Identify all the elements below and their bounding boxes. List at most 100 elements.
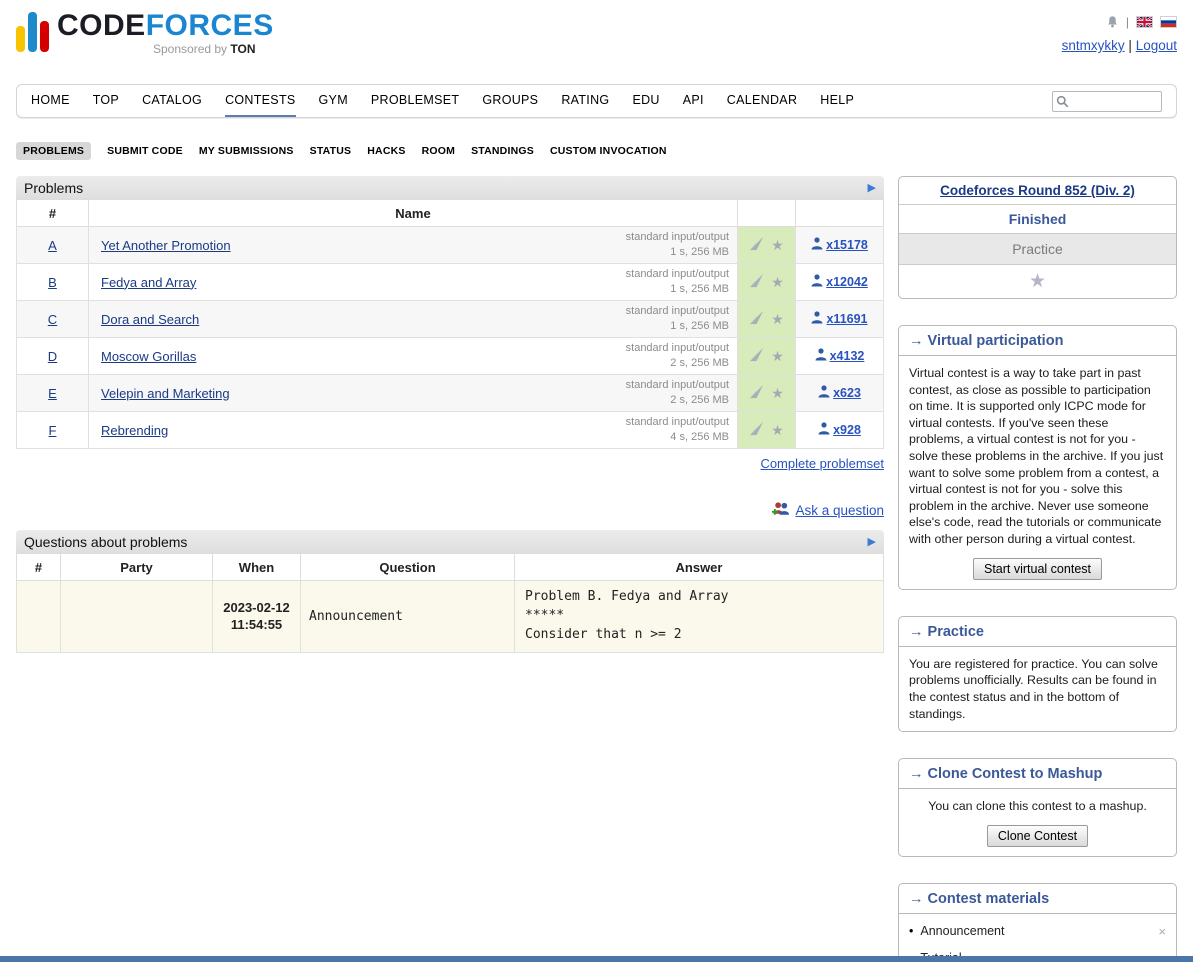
tab-standings[interactable]: STANDINGS — [471, 145, 534, 157]
solved-count-link[interactable]: x12042 — [826, 275, 868, 289]
problem-io-info: standard input/output4 s, 256 MB — [626, 415, 729, 445]
question-text-cell: Announcement — [301, 581, 515, 653]
username-link[interactable]: sntmxykky — [1062, 38, 1125, 53]
nav-gym[interactable]: GYM — [319, 85, 348, 117]
close-icon[interactable]: × — [1158, 924, 1166, 939]
tab-status[interactable]: STATUS — [310, 145, 352, 157]
problem-name-link[interactable]: Moscow Gorillas — [101, 349, 196, 364]
material-item: • Announcement × — [899, 918, 1176, 945]
problem-name-link[interactable]: Velepin and Marketing — [101, 386, 230, 401]
solved-count-link[interactable]: x623 — [833, 386, 861, 400]
favorite-star-icon[interactable]: ★ — [771, 385, 784, 402]
header-right: | sntmxykky | Logout — [1062, 10, 1177, 53]
section-expand-icon[interactable]: ▶ — [868, 181, 876, 194]
nav-api[interactable]: API — [683, 85, 704, 117]
favorite-star-icon[interactable]: ★ — [771, 311, 784, 328]
clone-mashup-box: → Clone Contest to Mashup You can clone … — [898, 758, 1177, 857]
submit-plane-icon[interactable] — [749, 273, 764, 291]
problems-table: # Name A Yet Another Promotion standard … — [16, 199, 884, 449]
problem-row: C Dora and Search standard input/output1… — [17, 301, 884, 338]
problem-index-link[interactable]: E — [48, 386, 57, 401]
nav-top[interactable]: TOP — [93, 85, 119, 117]
q-col-party: Party — [61, 554, 213, 581]
complete-problemset-link[interactable]: Complete problemset — [760, 456, 884, 471]
footer-bar — [0, 956, 1193, 962]
submit-plane-icon[interactable] — [749, 421, 764, 439]
notifications-bell-icon[interactable] — [1106, 15, 1119, 29]
start-virtual-contest-button[interactable]: Start virtual contest — [973, 558, 1102, 580]
problem-index-link[interactable]: B — [48, 275, 57, 290]
problem-index-link[interactable]: C — [48, 312, 57, 327]
virtual-participation-title: → Virtual participation — [899, 326, 1176, 356]
problem-index-link[interactable]: F — [49, 423, 57, 438]
nav-home[interactable]: HOME — [31, 85, 70, 117]
solved-count-link[interactable]: x11691 — [826, 312, 867, 326]
submit-plane-icon[interactable] — [749, 384, 764, 402]
submit-plane-icon[interactable] — [749, 310, 764, 328]
section-expand-icon[interactable]: ▶ — [868, 535, 876, 548]
solved-person-icon — [811, 237, 823, 253]
problem-name-link[interactable]: Yet Another Promotion — [101, 238, 231, 253]
problem-name-link[interactable]: Fedya and Array — [101, 275, 196, 290]
problem-io-info: standard input/output1 s, 256 MB — [626, 230, 729, 260]
logo-text: CODEFORCES Sponsored by TON — [57, 10, 274, 56]
ask-question-link[interactable]: Ask a question — [795, 503, 884, 518]
virtual-participation-box: → Virtual participation Virtual contest … — [898, 325, 1177, 590]
nav-catalog[interactable]: CATALOG — [142, 85, 202, 117]
tab-my-submissions[interactable]: MY SUBMISSIONS — [199, 145, 294, 157]
contest-title-link[interactable]: Codeforces Round 852 (Div. 2) — [940, 183, 1135, 198]
material-announcement-link[interactable]: Announcement — [920, 924, 1004, 938]
problem-index-link[interactable]: D — [48, 349, 57, 364]
clone-contest-button[interactable]: Clone Contest — [987, 825, 1088, 847]
question-row: 2023-02-12 11:54:55 Announcement Problem… — [17, 581, 884, 653]
problem-name-link[interactable]: Dora and Search — [101, 312, 199, 327]
contest-nav: PROBLEMS SUBMIT CODE MY SUBMISSIONS STAT… — [16, 142, 1177, 160]
q-col-when: When — [213, 554, 301, 581]
nav-rating[interactable]: RATING — [561, 85, 609, 117]
nav-contests[interactable]: CONTESTS — [225, 85, 295, 117]
practice-box: → Practice You are registered for practi… — [898, 616, 1177, 732]
tab-problems[interactable]: PROBLEMS — [16, 142, 91, 160]
solved-person-icon — [811, 311, 823, 327]
col-header-name: Name — [89, 200, 738, 227]
logo-code-text: CODE — [57, 9, 146, 42]
nav-groups[interactable]: GROUPS — [482, 85, 538, 117]
problem-name-link[interactable]: Rebrending — [101, 423, 168, 438]
questions-table: # Party When Question Answer 2023-0 — [16, 553, 884, 653]
tab-hacks[interactable]: HACKS — [367, 145, 405, 157]
lang-russian-flag-icon[interactable] — [1160, 16, 1177, 28]
codeforces-logo[interactable]: CODEFORCES Sponsored by TON — [16, 10, 274, 56]
solved-count-link[interactable]: x4132 — [830, 349, 865, 363]
questions-caption-bar: Questions about problems ▶ — [16, 530, 884, 553]
favorite-star-icon[interactable]: ★ — [771, 348, 784, 365]
nav-help[interactable]: HELP — [820, 85, 854, 117]
favorite-star-icon[interactable]: ★ — [771, 422, 784, 439]
solved-count-link[interactable]: x15178 — [826, 238, 868, 252]
practice-title: → Practice — [899, 617, 1176, 647]
solved-person-icon — [818, 422, 830, 438]
favorite-star-icon[interactable]: ★ — [771, 237, 784, 254]
problems-section: Problems ▶ # Name A — [16, 176, 884, 471]
contest-favorite-star-icon[interactable]: ★ — [1029, 271, 1046, 292]
logout-link[interactable]: Logout — [1136, 38, 1177, 53]
solved-person-icon — [811, 274, 823, 290]
tab-room[interactable]: ROOM — [422, 145, 455, 157]
contest-materials-title: → Contest materials — [899, 884, 1176, 914]
lang-english-flag-icon[interactable] — [1136, 16, 1153, 28]
tab-custom-invocation[interactable]: CUSTOM INVOCATION — [550, 145, 667, 157]
submit-plane-icon[interactable] — [749, 347, 764, 365]
solved-count-link[interactable]: x928 — [833, 423, 861, 437]
favorite-star-icon[interactable]: ★ — [771, 274, 784, 291]
submit-plane-icon[interactable] — [749, 236, 764, 254]
main-nav: HOME TOP CATALOG CONTESTS GYM PROBLEMSET… — [16, 84, 1177, 118]
bullet-icon: • — [909, 924, 913, 938]
header: CODEFORCES Sponsored by TON | sntmxykky — [16, 10, 1177, 76]
tab-submit-code[interactable]: SUBMIT CODE — [107, 145, 183, 157]
nav-problemset[interactable]: PROBLEMSET — [371, 85, 459, 117]
problem-io-info: standard input/output1 s, 256 MB — [626, 267, 729, 297]
problem-index-link[interactable]: A — [48, 238, 57, 253]
lang-separator: | — [1126, 15, 1129, 29]
nav-edu[interactable]: EDU — [632, 85, 659, 117]
nav-calendar[interactable]: CALENDAR — [727, 85, 797, 117]
sidebar: Codeforces Round 852 (Div. 2) Finished P… — [898, 176, 1177, 962]
